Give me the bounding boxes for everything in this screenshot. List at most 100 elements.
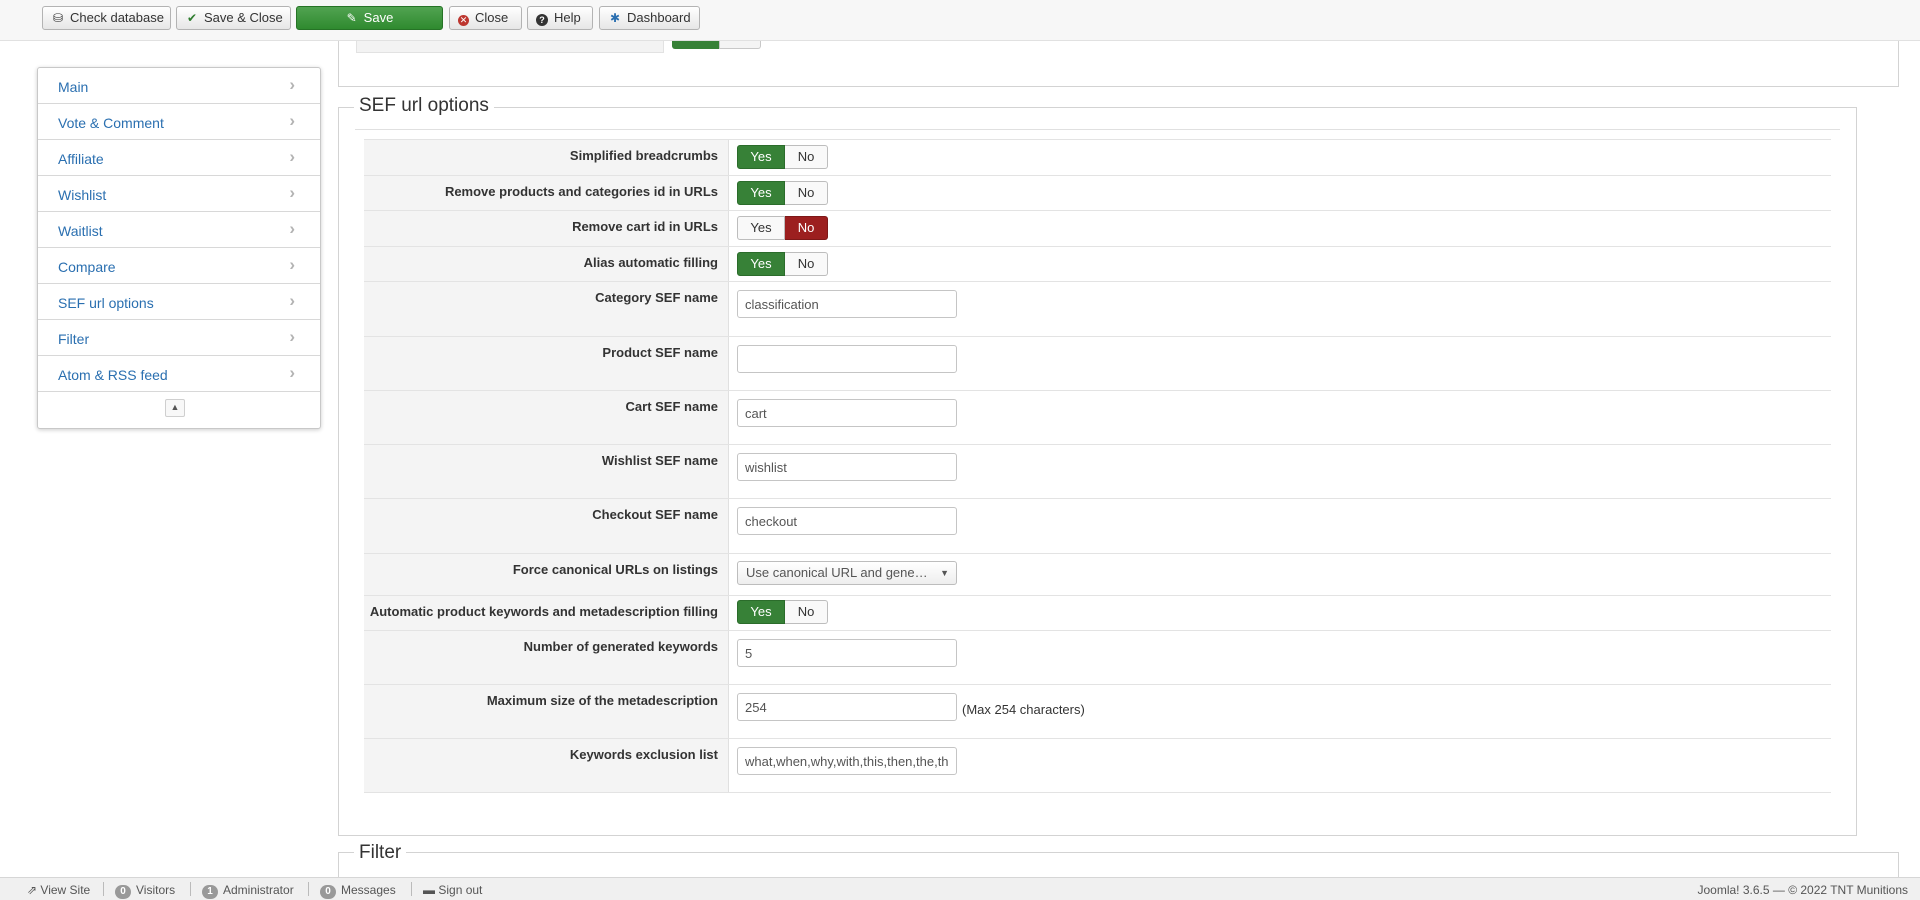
- max-characters-hint: (Max 254 characters): [962, 702, 1085, 717]
- save-button[interactable]: ✎ Save: [296, 6, 443, 30]
- admin-count-badge: 1: [202, 885, 218, 899]
- sidebar-item-wishlist[interactable]: Wishlist ›: [38, 176, 320, 212]
- messages-link[interactable]: 0 Messages: [320, 883, 396, 899]
- sidebar-item-label: Affiliate: [58, 151, 104, 167]
- help-button[interactable]: ? Help: [527, 6, 593, 30]
- yes-option[interactable]: Yes: [737, 600, 785, 624]
- sidebar-item-label: Compare: [58, 259, 116, 275]
- sidebar-item-label: Waitlist: [58, 223, 103, 239]
- category-sef-name-input[interactable]: [737, 290, 957, 318]
- close-icon: ✕: [458, 15, 469, 26]
- sidebar-item-sef-url-options[interactable]: SEF url options ›: [38, 284, 320, 320]
- check-database-button[interactable]: ⛁ Check database: [42, 6, 171, 30]
- filter-section-title: Filter: [354, 842, 407, 864]
- save-close-button[interactable]: ✔ Save & Close: [176, 6, 291, 30]
- dashboard-button[interactable]: ✱ Dashboard: [599, 6, 700, 30]
- row-product-sef-name: Product SEF name: [364, 336, 1831, 390]
- sidebar-item-atom-rss-feed[interactable]: Atom & RSS feed ›: [38, 356, 320, 392]
- remove-cart-id-toggle[interactable]: Yes No: [737, 216, 828, 240]
- legend-divider: [355, 129, 1840, 130]
- field-label: Force canonical URLs on listings: [512, 562, 718, 577]
- field-label: Alias automatic filling: [583, 255, 718, 270]
- footer-copyright: Joomla! 3.6.5 — © 2022 TNT Munitions: [1697, 883, 1909, 897]
- select-value: Use canonical URL and gene…: [746, 565, 928, 580]
- collapse-sidebar-button[interactable]: ▲: [165, 399, 185, 417]
- row-max-metadescription: Maximum size of the metadescription (Max…: [364, 684, 1831, 738]
- sidebar-item-label: Wishlist: [58, 187, 107, 203]
- yes-option[interactable]: Yes: [737, 181, 785, 205]
- field-label: Keywords exclusion list: [569, 747, 718, 762]
- row-simplified-breadcrumbs: Simplified breadcrumbs Yes No: [364, 139, 1831, 175]
- sidebar-item-waitlist[interactable]: Waitlist ›: [38, 212, 320, 248]
- wishlist-sef-name-input[interactable]: [737, 453, 957, 481]
- field-label: Category SEF name: [595, 290, 718, 305]
- sidebar-item-label: Filter: [58, 331, 90, 347]
- keywords-exclusion-input[interactable]: [737, 747, 957, 775]
- view-site-link[interactable]: ⇗ View Site: [27, 883, 90, 897]
- chevron-right-icon: ›: [289, 219, 295, 238]
- sign-out-link[interactable]: ▬ Sign out: [423, 883, 482, 897]
- sidebar-item-vote-comment[interactable]: Vote & Comment ›: [38, 104, 320, 140]
- status-bar: ⇗ View Site 0 Visitors 1 Administrator 0 Me…: [0, 877, 1920, 900]
- yes-option[interactable]: Yes: [737, 145, 785, 169]
- sidebar-item-compare[interactable]: Compare ›: [38, 248, 320, 284]
- no-option[interactable]: No: [785, 181, 828, 205]
- field-label: Cart SEF name: [625, 399, 718, 414]
- field-label: Number of generated keywords: [523, 639, 718, 654]
- field-label: Wishlist SEF name: [601, 453, 718, 468]
- simplified-breadcrumbs-toggle[interactable]: Yes No: [737, 145, 828, 169]
- remove-ids-toggle[interactable]: Yes No: [737, 181, 828, 205]
- sidebar-item-main[interactable]: Main ›: [38, 68, 320, 104]
- previous-section-row: [356, 41, 664, 53]
- row-wishlist-sef-name: Wishlist SEF name: [364, 444, 1831, 498]
- yes-option[interactable]: Yes: [737, 252, 785, 276]
- sidebar-item-label: SEF url options: [58, 295, 154, 311]
- field-label: Simplified breadcrumbs: [569, 148, 718, 163]
- row-checkout-sef-name: Checkout SEF name: [364, 498, 1831, 553]
- sidebar-item-label: Vote & Comment: [58, 115, 164, 131]
- row-number-of-keywords: Number of generated keywords: [364, 630, 1831, 684]
- no-option[interactable]: No: [785, 252, 828, 276]
- help-icon: ?: [536, 14, 548, 26]
- product-sef-name-input[interactable]: [737, 345, 957, 373]
- field-label: Checkout SEF name: [592, 507, 718, 522]
- row-remove-ids: Remove products and categories id in URL…: [364, 175, 1831, 210]
- row-alias-automatic-filling: Alias automatic filling Yes No: [364, 246, 1831, 281]
- close-button[interactable]: ✕ Close: [449, 6, 522, 30]
- field-label: Maximum size of the metadescription: [486, 693, 718, 708]
- yes-option[interactable]: Yes: [737, 216, 785, 240]
- sidebar-item-filter[interactable]: Filter ›: [38, 320, 320, 356]
- chevron-right-icon: ›: [289, 183, 295, 202]
- field-label: Remove cart id in URLs: [572, 219, 718, 234]
- chevron-right-icon: ›: [289, 327, 295, 346]
- administrator-link[interactable]: 1 Administrator: [202, 883, 294, 899]
- dashboard-icon: ✱: [609, 11, 621, 25]
- chevron-down-icon: ▼: [940, 568, 949, 578]
- row-category-sef-name: Category SEF name: [364, 281, 1831, 336]
- chevron-right-icon: ›: [289, 75, 295, 94]
- visitors-link[interactable]: 0 Visitors: [115, 883, 175, 899]
- number-of-keywords-input[interactable]: [737, 639, 957, 667]
- previous-yes-toggle[interactable]: [672, 41, 719, 49]
- field-label: Product SEF name: [602, 345, 718, 360]
- no-option[interactable]: No: [785, 145, 828, 169]
- no-option[interactable]: No: [785, 600, 828, 624]
- alias-automatic-filling-toggle[interactable]: Yes No: [737, 252, 828, 276]
- toolbar: ⛁ Check database ✔ Save & Close ✎ Save ✕ Clo…: [0, 0, 1920, 41]
- chevron-right-icon: ›: [289, 291, 295, 310]
- max-metadescription-input[interactable]: [737, 693, 957, 721]
- chevron-right-icon: ›: [289, 147, 295, 166]
- chevron-right-icon: ›: [289, 111, 295, 130]
- sidebar-item-affiliate[interactable]: Affiliate ›: [38, 140, 320, 176]
- sidebar-item-label: Main: [58, 79, 89, 95]
- chevron-right-icon: ›: [289, 363, 295, 382]
- checkout-sef-name-input[interactable]: [737, 507, 957, 535]
- cart-sef-name-input[interactable]: [737, 399, 957, 427]
- no-option[interactable]: No: [785, 216, 828, 240]
- check-icon: ✔: [186, 11, 198, 25]
- force-canonical-select[interactable]: Use canonical URL and gene… ▼: [737, 561, 957, 585]
- automatic-keywords-toggle[interactable]: Yes No: [737, 600, 828, 624]
- row-remove-cart-id: Remove cart id in URLs Yes No: [364, 210, 1831, 246]
- previous-no-toggle[interactable]: [719, 41, 761, 49]
- field-label: Automatic product keywords and metadescr…: [369, 604, 718, 619]
